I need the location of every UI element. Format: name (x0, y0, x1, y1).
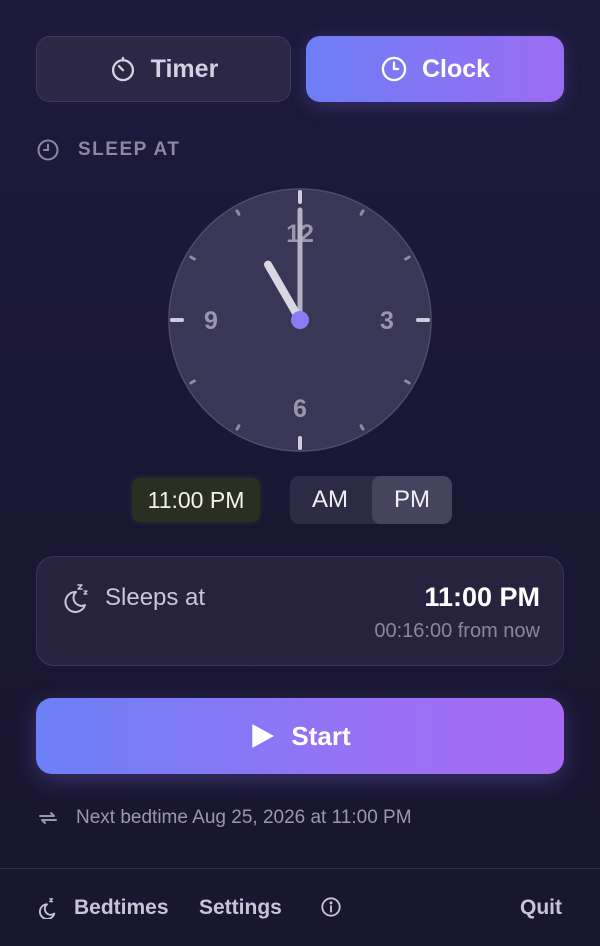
clock-icon (37, 139, 59, 161)
timer-mode-label: Timer (150, 54, 219, 83)
play-icon (252, 724, 275, 748)
sleep-at-section-label: SLEEP AT (36, 138, 180, 162)
moon-zzz-icon (39, 898, 56, 919)
clock-mode-label: Clock (421, 54, 491, 83)
section-label-text: SLEEP AT (78, 139, 181, 160)
clock-mode-button[interactable]: Clock (306, 36, 564, 102)
pm-label: PM (394, 486, 430, 513)
clock-tick (189, 255, 196, 261)
am-label: AM (312, 486, 348, 513)
next-bedtime-row: Next bedtime Aug 25, 2026 at 11:00 PM (36, 806, 412, 830)
sleeps-at-time: 11:00 PM (424, 582, 540, 612)
time-input[interactable]: 11:00 PM (132, 478, 260, 522)
bedtimes-button[interactable]: Bedtimes (36, 896, 169, 920)
next-bedtime-text: Next bedtime Aug 25, 2026 at 11:00 PM (76, 807, 412, 828)
mode-toggle: Timer Clock (36, 36, 564, 104)
am-button[interactable]: AM (290, 476, 370, 524)
clock-tick (404, 255, 411, 261)
start-button-label: Start (291, 720, 351, 751)
timer-mode-button[interactable]: Timer (36, 36, 291, 102)
clock-tick (235, 209, 241, 216)
time-picker-row: 11:00 PM AM PM (0, 476, 600, 526)
pm-button[interactable]: PM (372, 476, 452, 524)
footer-bar: Bedtimes Settings Quit (0, 870, 600, 946)
stopwatch-icon (111, 56, 134, 82)
am-pm-toggle: AM PM (290, 476, 452, 524)
clock-tick (189, 379, 196, 385)
clock-icon (381, 56, 407, 82)
clock-tick (404, 379, 411, 385)
clock-number-9: 9 (204, 307, 218, 335)
clock-tick (235, 424, 241, 431)
clock-tick (359, 209, 365, 216)
bedtimes-label: Bedtimes (74, 896, 169, 919)
info-button[interactable] (320, 896, 342, 918)
quit-button[interactable]: Quit (520, 896, 562, 920)
analog-clock-face[interactable]: 12 3 6 9 (166, 186, 434, 454)
footer-divider (0, 868, 600, 869)
quit-label: Quit (520, 896, 562, 919)
start-button[interactable]: Start (36, 698, 564, 774)
clock-number-3: 3 (380, 307, 394, 335)
clock-number-6: 6 (293, 395, 307, 423)
info-icon (321, 897, 341, 917)
time-input-value: 11:00 PM (147, 486, 245, 513)
repeat-icon (39, 812, 57, 824)
sleeps-at-label: Sleeps at (105, 584, 206, 611)
settings-label: Settings (199, 896, 282, 919)
countdown-text: 00:16:00 from now (374, 620, 540, 642)
moon-zzz-icon (64, 584, 88, 613)
clock-tick (359, 424, 365, 431)
analog-clock[interactable]: 12 3 6 9 (166, 186, 434, 454)
clock-center-dot (291, 311, 309, 329)
settings-button[interactable]: Settings (199, 896, 282, 920)
sleep-summary-card: Sleeps at 11:00 PM 00:16:00 from now (36, 556, 564, 666)
